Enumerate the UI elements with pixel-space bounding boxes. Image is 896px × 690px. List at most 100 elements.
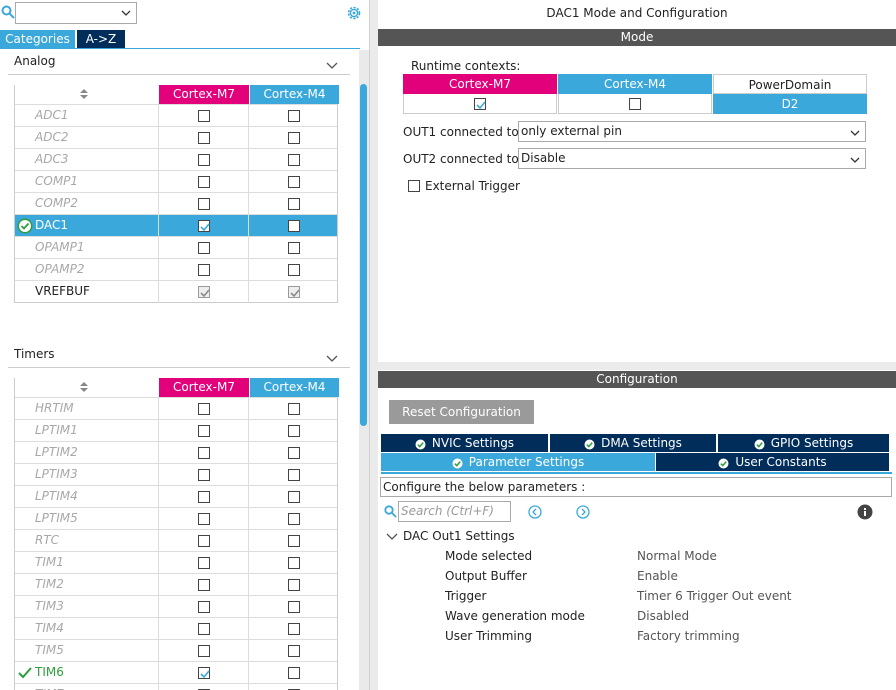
cortex-m7-checkbox[interactable] (197, 110, 210, 122)
peripheral-name[interactable]: OPAMP2 (15, 259, 159, 281)
search-icon[interactable] (1, 5, 15, 19)
table-row[interactable]: VREFBUF (15, 280, 337, 303)
chevron-down-icon[interactable] (120, 7, 132, 19)
split-pane-divider[interactable] (369, 0, 378, 690)
cortex-m7-checkbox[interactable] (197, 403, 210, 415)
table-row[interactable]: TIM6 (15, 661, 337, 684)
cortex-m7-checkbox[interactable] (197, 132, 210, 144)
chevron-down-icon[interactable] (326, 349, 338, 362)
peripheral-name[interactable]: TIM4 (15, 618, 159, 640)
external-trigger-checkbox[interactable] (408, 180, 420, 192)
chevron-down-icon[interactable] (849, 126, 861, 138)
table-row[interactable]: LPTIM4 (15, 485, 337, 508)
table-row[interactable]: DAC1 (15, 214, 337, 237)
parameter-value[interactable]: Normal Mode (637, 549, 717, 563)
peripheral-name[interactable]: VREFBUF (15, 281, 159, 303)
search-icon[interactable] (384, 505, 397, 518)
tab-dma-settings[interactable]: DMA Settings (550, 434, 716, 452)
cortex-m4-checkbox[interactable] (287, 176, 300, 188)
parameter-value[interactable]: Enable (637, 569, 678, 583)
peripheral-name[interactable]: TIM1 (15, 552, 159, 574)
cortex-m7-checkbox[interactable] (197, 469, 210, 481)
scrollbar-thumb[interactable] (360, 84, 367, 426)
peripheral-name[interactable]: LPTIM3 (15, 464, 159, 486)
peripheral-name[interactable]: ADC3 (15, 149, 159, 171)
cortex-m4-checkbox[interactable] (287, 535, 300, 547)
cortex-m4-checkbox[interactable] (287, 667, 300, 679)
out2-select[interactable]: Disable (518, 148, 866, 169)
cortex-m4-checkbox[interactable] (287, 623, 300, 635)
table-row[interactable]: RTC (15, 529, 337, 552)
table-row[interactable]: TIM4 (15, 617, 337, 640)
peripheral-name[interactable]: LPTIM5 (15, 508, 159, 530)
cortex-m7-checkbox[interactable] (197, 264, 210, 276)
cortex-m7-checkbox[interactable] (197, 286, 210, 298)
table-row[interactable]: ADC3 (15, 148, 337, 171)
chevron-down-icon[interactable] (326, 56, 338, 69)
table-row[interactable]: ADC1 (15, 104, 337, 127)
cortex-m7-checkbox[interactable] (197, 645, 210, 657)
tab-parameter-settings[interactable]: Parameter Settings (381, 453, 655, 471)
tab-a-to-z[interactable]: A->Z (77, 30, 125, 49)
peripheral-search-combo[interactable] (15, 2, 137, 24)
tab-gpio-settings[interactable]: GPIO Settings (718, 434, 889, 452)
peripheral-name[interactable]: TIM5 (15, 640, 159, 662)
cortex-m4-checkbox[interactable] (287, 447, 300, 459)
peripheral-name[interactable]: LPTIM2 (15, 442, 159, 464)
peripheral-name[interactable]: HRTIM (15, 398, 159, 420)
cortex-m4-checkbox[interactable] (287, 557, 300, 569)
cortex-m7-checkbox[interactable] (197, 220, 210, 232)
cortex-m4-checkbox[interactable] (287, 242, 300, 254)
cortex-m4-checkbox[interactable] (287, 198, 300, 210)
table-row[interactable]: TIM2 (15, 573, 337, 596)
table-row[interactable]: TIM7 (15, 683, 337, 690)
cortex-m4-checkbox[interactable] (287, 110, 300, 122)
peripheral-name[interactable]: TIM2 (15, 574, 159, 596)
table-row[interactable]: TIM3 (15, 595, 337, 618)
tab-nvic-settings[interactable]: NVIC Settings (381, 434, 548, 452)
peripheral-name[interactable]: COMP2 (15, 193, 159, 215)
arrow-left-circle-icon[interactable] (528, 505, 542, 519)
cortex-m7-checkbox[interactable] (197, 425, 210, 437)
cortex-m4-checkbox[interactable] (287, 601, 300, 613)
peripheral-name[interactable]: TIM3 (15, 596, 159, 618)
cortex-m7-checkbox[interactable] (197, 447, 210, 459)
arrow-right-circle-icon[interactable] (576, 505, 590, 519)
peripheral-name[interactable]: LPTIM4 (15, 486, 159, 508)
cortex-m4-checkbox[interactable] (287, 403, 300, 415)
cortex-m7-checkbox[interactable] (197, 154, 210, 166)
tab-categories[interactable]: Categories (0, 30, 75, 49)
peripheral-name[interactable]: ADC2 (15, 127, 159, 149)
cortex-m4-checkbox[interactable] (287, 469, 300, 481)
chevron-down-icon[interactable] (849, 153, 861, 165)
group-header-analog[interactable]: Analog (14, 50, 344, 72)
ctx-powerdomain-value[interactable]: D2 (713, 94, 867, 114)
cortex-m7-checkbox[interactable] (197, 176, 210, 188)
table-row[interactable]: COMP2 (15, 192, 337, 215)
cortex-m7-checkbox[interactable] (197, 557, 210, 569)
cortex-m4-checkbox[interactable] (287, 154, 300, 166)
table-row[interactable]: OPAMP1 (15, 236, 337, 259)
sort-icon[interactable] (15, 378, 159, 397)
cortex-m7-checkbox[interactable] (197, 579, 210, 591)
cortex-m4-checkbox[interactable] (287, 513, 300, 525)
peripheral-name[interactable]: ADC1 (15, 105, 159, 127)
out1-select[interactable]: only external pin (518, 121, 866, 142)
ctx-m7-checkbox[interactable] (474, 97, 486, 110)
cortex-m4-checkbox[interactable] (287, 645, 300, 657)
peripheral-name[interactable]: DAC1 (15, 215, 159, 237)
cortex-m4-checkbox[interactable] (287, 264, 300, 276)
table-row[interactable]: ADC2 (15, 126, 337, 149)
table-row[interactable]: LPTIM5 (15, 507, 337, 530)
cortex-m4-checkbox[interactable] (287, 132, 300, 144)
chevron-down-icon[interactable] (386, 531, 398, 541)
peripheral-name[interactable]: TIM7 (15, 684, 159, 690)
table-row[interactable]: LPTIM2 (15, 441, 337, 464)
group-header-timers[interactable]: Timers (14, 343, 344, 365)
table-row[interactable]: LPTIM1 (15, 419, 337, 442)
gear-icon[interactable] (345, 4, 363, 22)
cortex-m4-checkbox[interactable] (287, 286, 300, 298)
sort-icon[interactable] (15, 85, 159, 104)
cortex-m4-checkbox[interactable] (287, 579, 300, 591)
cortex-m4-checkbox[interactable] (287, 220, 300, 232)
